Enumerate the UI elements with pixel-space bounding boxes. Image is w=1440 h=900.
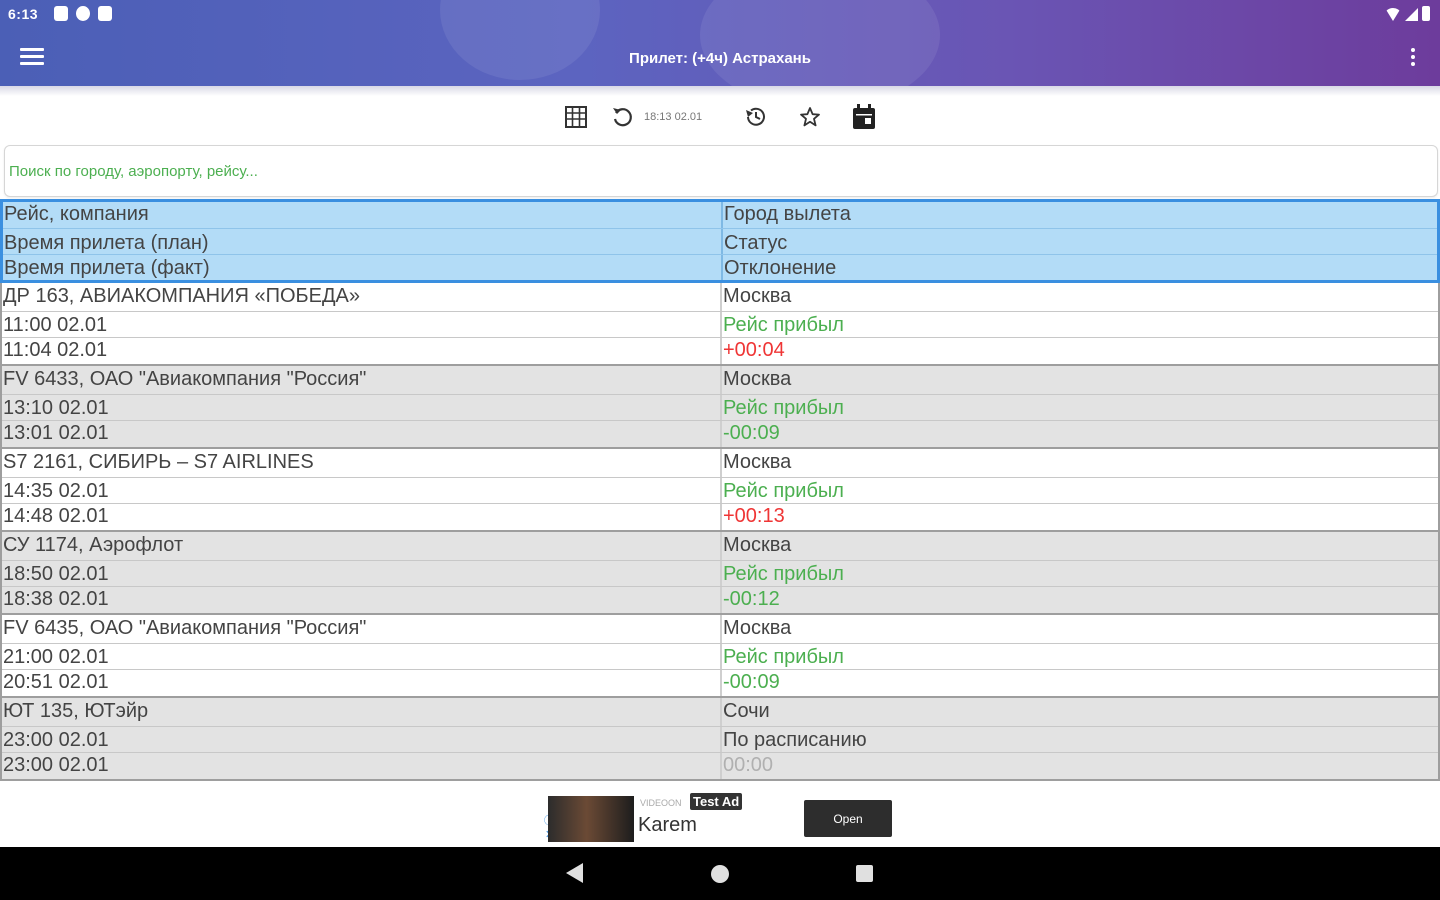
actual-time: 13:01 02.01 xyxy=(3,422,109,444)
flight-status: Рейс прибыл xyxy=(723,397,844,419)
flight-deviation: +00:04 xyxy=(723,339,785,361)
notification-icon xyxy=(76,6,90,21)
app-title: Прилет: (+4ч) Астрахань xyxy=(629,50,811,67)
search-input[interactable] xyxy=(4,145,1438,197)
header-departure-city: Город вылета xyxy=(724,203,851,225)
departure-city: Сочи xyxy=(723,700,770,722)
wifi-icon xyxy=(1385,8,1401,21)
planned-time: 13:10 02.01 xyxy=(3,397,109,419)
ad-image xyxy=(548,796,634,842)
ad-advertiser: VIDEOON xyxy=(640,798,682,808)
planned-time: 23:00 02.01 xyxy=(3,729,109,751)
actual-time: 11:04 02.01 xyxy=(3,339,108,361)
flight-row[interactable]: ДР 163, АВИАКОМПАНИЯ «ПОБЕДА» 11:00 02.0… xyxy=(0,283,1440,366)
planned-time: 14:35 02.01 xyxy=(3,480,109,502)
flight-deviation: -00:12 xyxy=(723,588,780,610)
actual-time: 20:51 02.01 xyxy=(3,671,109,693)
flight-status: Рейс прибыл xyxy=(723,646,844,668)
planned-time: 18:50 02.01 xyxy=(3,563,109,585)
notification-icon xyxy=(54,6,68,21)
flight-deviation: -00:09 xyxy=(723,671,780,693)
flight-row[interactable]: FV 6433, ОАО "Авиакомпания "Россия" 13:1… xyxy=(0,366,1440,449)
flight-name: ДР 163, АВИАКОМПАНИЯ «ПОБЕДА» xyxy=(3,285,361,307)
planned-time: 11:00 02.01 xyxy=(3,314,108,336)
flight-status: Рейс прибыл xyxy=(723,563,844,585)
favorite-star-icon[interactable] xyxy=(796,102,824,132)
header-actual-arrival: Время прилета (факт) xyxy=(4,257,210,279)
app-bar-shadow xyxy=(0,86,1440,96)
status-time: 6:13 xyxy=(8,6,39,22)
header-planned-arrival: Время прилета (план) xyxy=(4,232,209,254)
status-bar: 6:13 xyxy=(0,0,1440,28)
refresh-icon[interactable] xyxy=(608,102,636,132)
sim-card-icon xyxy=(98,6,112,21)
flight-deviation: +00:13 xyxy=(723,505,785,527)
flight-status: По расписанию xyxy=(723,729,867,751)
back-icon[interactable] xyxy=(566,863,583,883)
ad-open-button[interactable]: Open xyxy=(804,800,892,837)
last-update-time: 18:13 02.01 xyxy=(644,111,703,123)
actual-time: 23:00 02.01 xyxy=(3,754,109,776)
departure-city: Москва xyxy=(723,617,792,639)
flight-row[interactable]: S7 2161, СИБИРЬ – S7 AIRLINES 14:35 02.0… xyxy=(0,449,1440,532)
departure-city: Москва xyxy=(723,285,792,307)
flight-deviation: 00:00 xyxy=(723,754,774,776)
flight-row[interactable]: ЮТ 135, ЮТэйр 23:00 02.01 23:00 02.01 Со… xyxy=(0,698,1440,781)
flight-deviation: -00:09 xyxy=(723,422,780,444)
departure-city: Москва xyxy=(723,368,792,390)
notification-icons xyxy=(54,6,112,21)
toolbar: 18:13 02.01 xyxy=(560,102,890,134)
flight-name: СУ 1174, Аэрофлот xyxy=(3,534,184,556)
system-icons xyxy=(1385,6,1430,21)
recent-apps-icon[interactable] xyxy=(856,865,873,882)
flight-row[interactable]: СУ 1174, Аэрофлот 18:50 02.01 18:38 02.0… xyxy=(0,532,1440,615)
actual-time: 14:48 02.01 xyxy=(3,505,109,527)
test-ad-badge: Test Ad xyxy=(690,793,743,810)
battery-icon xyxy=(1422,6,1430,21)
home-icon[interactable] xyxy=(711,865,729,883)
signal-icon xyxy=(1405,8,1418,21)
flight-status: Рейс прибыл xyxy=(723,314,844,336)
departure-city: Москва xyxy=(723,451,792,473)
flight-name: FV 6435, ОАО "Авиакомпания "Россия" xyxy=(3,617,367,639)
navigation-bar xyxy=(0,847,1440,900)
app-bar: Прилет: (+4ч) Астрахань xyxy=(0,28,1440,86)
header-deviation: Отклонение xyxy=(724,257,837,279)
history-icon[interactable] xyxy=(742,102,770,132)
calendar-icon[interactable] xyxy=(850,102,878,132)
top-bar: 6:13 Прилет: (+4ч) Астрахань xyxy=(0,0,1440,86)
planned-time: 21:00 02.01 xyxy=(3,646,109,668)
table-header: Рейс, компания Время прилета (план) Врем… xyxy=(0,199,1440,283)
arrivals-table: Рейс, компания Время прилета (план) Врем… xyxy=(0,199,1440,781)
ad-banner[interactable]: ⓘ ✕ VIDEOON Test Ad Karem Open xyxy=(542,790,898,846)
table-view-icon[interactable] xyxy=(562,102,590,132)
flight-status: Рейс прибыл xyxy=(723,480,844,502)
flight-name: ЮТ 135, ЮТэйр xyxy=(3,700,149,722)
flight-name: S7 2161, СИБИРЬ – S7 AIRLINES xyxy=(3,451,314,473)
ad-title: Karem xyxy=(638,814,697,836)
flight-name: FV 6433, ОАО "Авиакомпания "Россия" xyxy=(3,368,367,390)
flight-row[interactable]: FV 6435, ОАО "Авиакомпания "Россия" 21:0… xyxy=(0,615,1440,698)
header-flight-company: Рейс, компания xyxy=(4,203,149,225)
departure-city: Москва xyxy=(723,534,792,556)
more-options-icon[interactable] xyxy=(1406,48,1420,68)
header-status: Статус xyxy=(724,232,788,254)
actual-time: 18:38 02.01 xyxy=(3,588,109,610)
